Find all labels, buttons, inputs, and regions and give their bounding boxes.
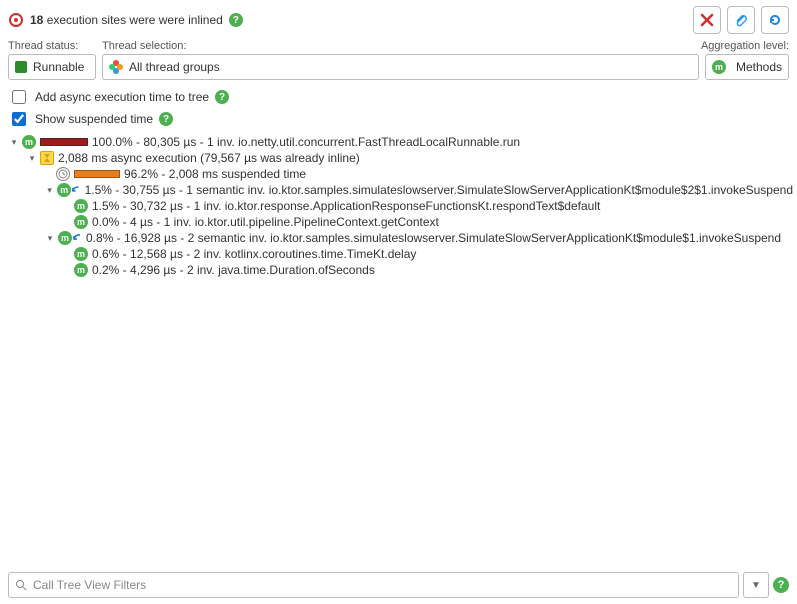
- warning-ring-icon: [8, 12, 24, 28]
- label-suspended-time: Show suspended time: [35, 112, 153, 126]
- inlined-message: execution sites were were inlined: [47, 13, 223, 27]
- filter-input[interactable]: Call Tree View Filters: [8, 572, 739, 598]
- method-icon: m: [74, 263, 88, 277]
- tree-text: 2,088 ms async execution (79,567 µs was …: [58, 151, 360, 165]
- method-icon: m: [74, 199, 88, 213]
- tree-text: 0.0% - 4 µs - 1 inv. io.ktor.util.pipeli…: [92, 215, 439, 229]
- percent-bar: [40, 138, 88, 146]
- help-icon[interactable]: ?: [229, 13, 243, 27]
- percent-bar: [74, 170, 120, 178]
- close-button[interactable]: [693, 6, 721, 34]
- call-tree[interactable]: ▾ m 100.0% - 80,305 µs - 1 inv. io.netty…: [0, 130, 797, 566]
- method-icon: m: [22, 135, 36, 149]
- tree-text: 96.2% - 2,008 ms suspended time: [124, 167, 306, 181]
- checkbox-async-time[interactable]: [12, 90, 26, 104]
- tree-text: 0.2% - 4,296 µs - 2 inv. java.time.Durat…: [92, 263, 375, 277]
- filter-placeholder: Call Tree View Filters: [33, 578, 146, 592]
- method-icon: m: [712, 60, 726, 74]
- tree-row[interactable]: ▾ m 100.0% - 80,305 µs - 1 inv. io.netty…: [4, 134, 793, 150]
- aggregation-value: Methods: [736, 60, 782, 74]
- method-icon: m: [57, 183, 71, 197]
- tree-row[interactable]: ▾ m 0.8% - 16,928 µs - 2 semantic inv. i…: [4, 230, 793, 246]
- tree-text: 1.5% - 30,732 µs - 1 inv. io.ktor.respon…: [92, 199, 600, 213]
- expander-icon[interactable]: ▾: [26, 152, 38, 164]
- tree-text: 100.0% - 80,305 µs - 1 inv. io.netty.uti…: [92, 135, 520, 149]
- runnable-status-icon: [15, 61, 27, 73]
- method-icon: m: [58, 231, 72, 245]
- refresh-button[interactable]: [761, 6, 789, 34]
- inlined-count: 18: [30, 13, 43, 27]
- tree-text: 0.6% - 12,568 µs - 2 inv. kotlinx.corout…: [92, 247, 416, 261]
- semantic-arrow-icon: [72, 233, 82, 243]
- tree-row[interactable]: 96.2% - 2,008 ms suspended time: [4, 166, 793, 182]
- attach-button[interactable]: [727, 6, 755, 34]
- tree-row[interactable]: m 0.0% - 4 µs - 1 inv. io.ktor.util.pipe…: [4, 214, 793, 230]
- tree-row[interactable]: m 0.6% - 12,568 µs - 2 inv. kotlinx.coro…: [4, 246, 793, 262]
- label-aggregation: Aggregation level:: [701, 40, 789, 52]
- help-icon[interactable]: ?: [773, 577, 789, 593]
- label-async-time: Add async execution time to tree: [35, 90, 209, 104]
- expander-icon[interactable]: ▾: [44, 232, 56, 244]
- label-thread-status: Thread status:: [8, 40, 102, 52]
- tree-row[interactable]: m 0.2% - 4,296 µs - 2 inv. java.time.Dur…: [4, 262, 793, 278]
- tree-text: 1.5% - 30,755 µs - 1 semantic inv. io.kt…: [85, 183, 793, 197]
- checkbox-suspended-time[interactable]: [12, 112, 26, 126]
- clock-icon: [56, 167, 70, 181]
- thread-groups-icon: [109, 60, 123, 74]
- tree-row[interactable]: ▾ 2,088 ms async execution (79,567 µs wa…: [4, 150, 793, 166]
- help-icon[interactable]: ?: [159, 112, 173, 126]
- thread-selection-select[interactable]: All thread groups: [102, 54, 699, 80]
- semantic-arrow-icon: [71, 185, 80, 195]
- search-icon: [15, 579, 27, 591]
- aggregation-select[interactable]: m Methods: [705, 54, 789, 80]
- tree-row[interactable]: m 1.5% - 30,732 µs - 1 inv. io.ktor.resp…: [4, 198, 793, 214]
- expander-icon[interactable]: ▾: [44, 184, 55, 196]
- tree-row[interactable]: ▾ m 1.5% - 30,755 µs - 1 semantic inv. i…: [4, 182, 793, 198]
- method-icon: m: [74, 247, 88, 261]
- method-icon: m: [74, 215, 88, 229]
- thread-selection-value: All thread groups: [129, 60, 220, 74]
- tree-text: 0.8% - 16,928 µs - 2 semantic inv. io.kt…: [86, 231, 781, 245]
- hourglass-icon: [40, 151, 54, 165]
- thread-status-select[interactable]: Runnable: [8, 54, 96, 80]
- thread-status-value: Runnable: [33, 60, 84, 74]
- help-icon[interactable]: ?: [215, 90, 229, 104]
- filter-dropdown[interactable]: ▼: [743, 572, 769, 598]
- label-thread-selection: Thread selection:: [102, 40, 701, 52]
- expander-icon[interactable]: ▾: [8, 136, 20, 148]
